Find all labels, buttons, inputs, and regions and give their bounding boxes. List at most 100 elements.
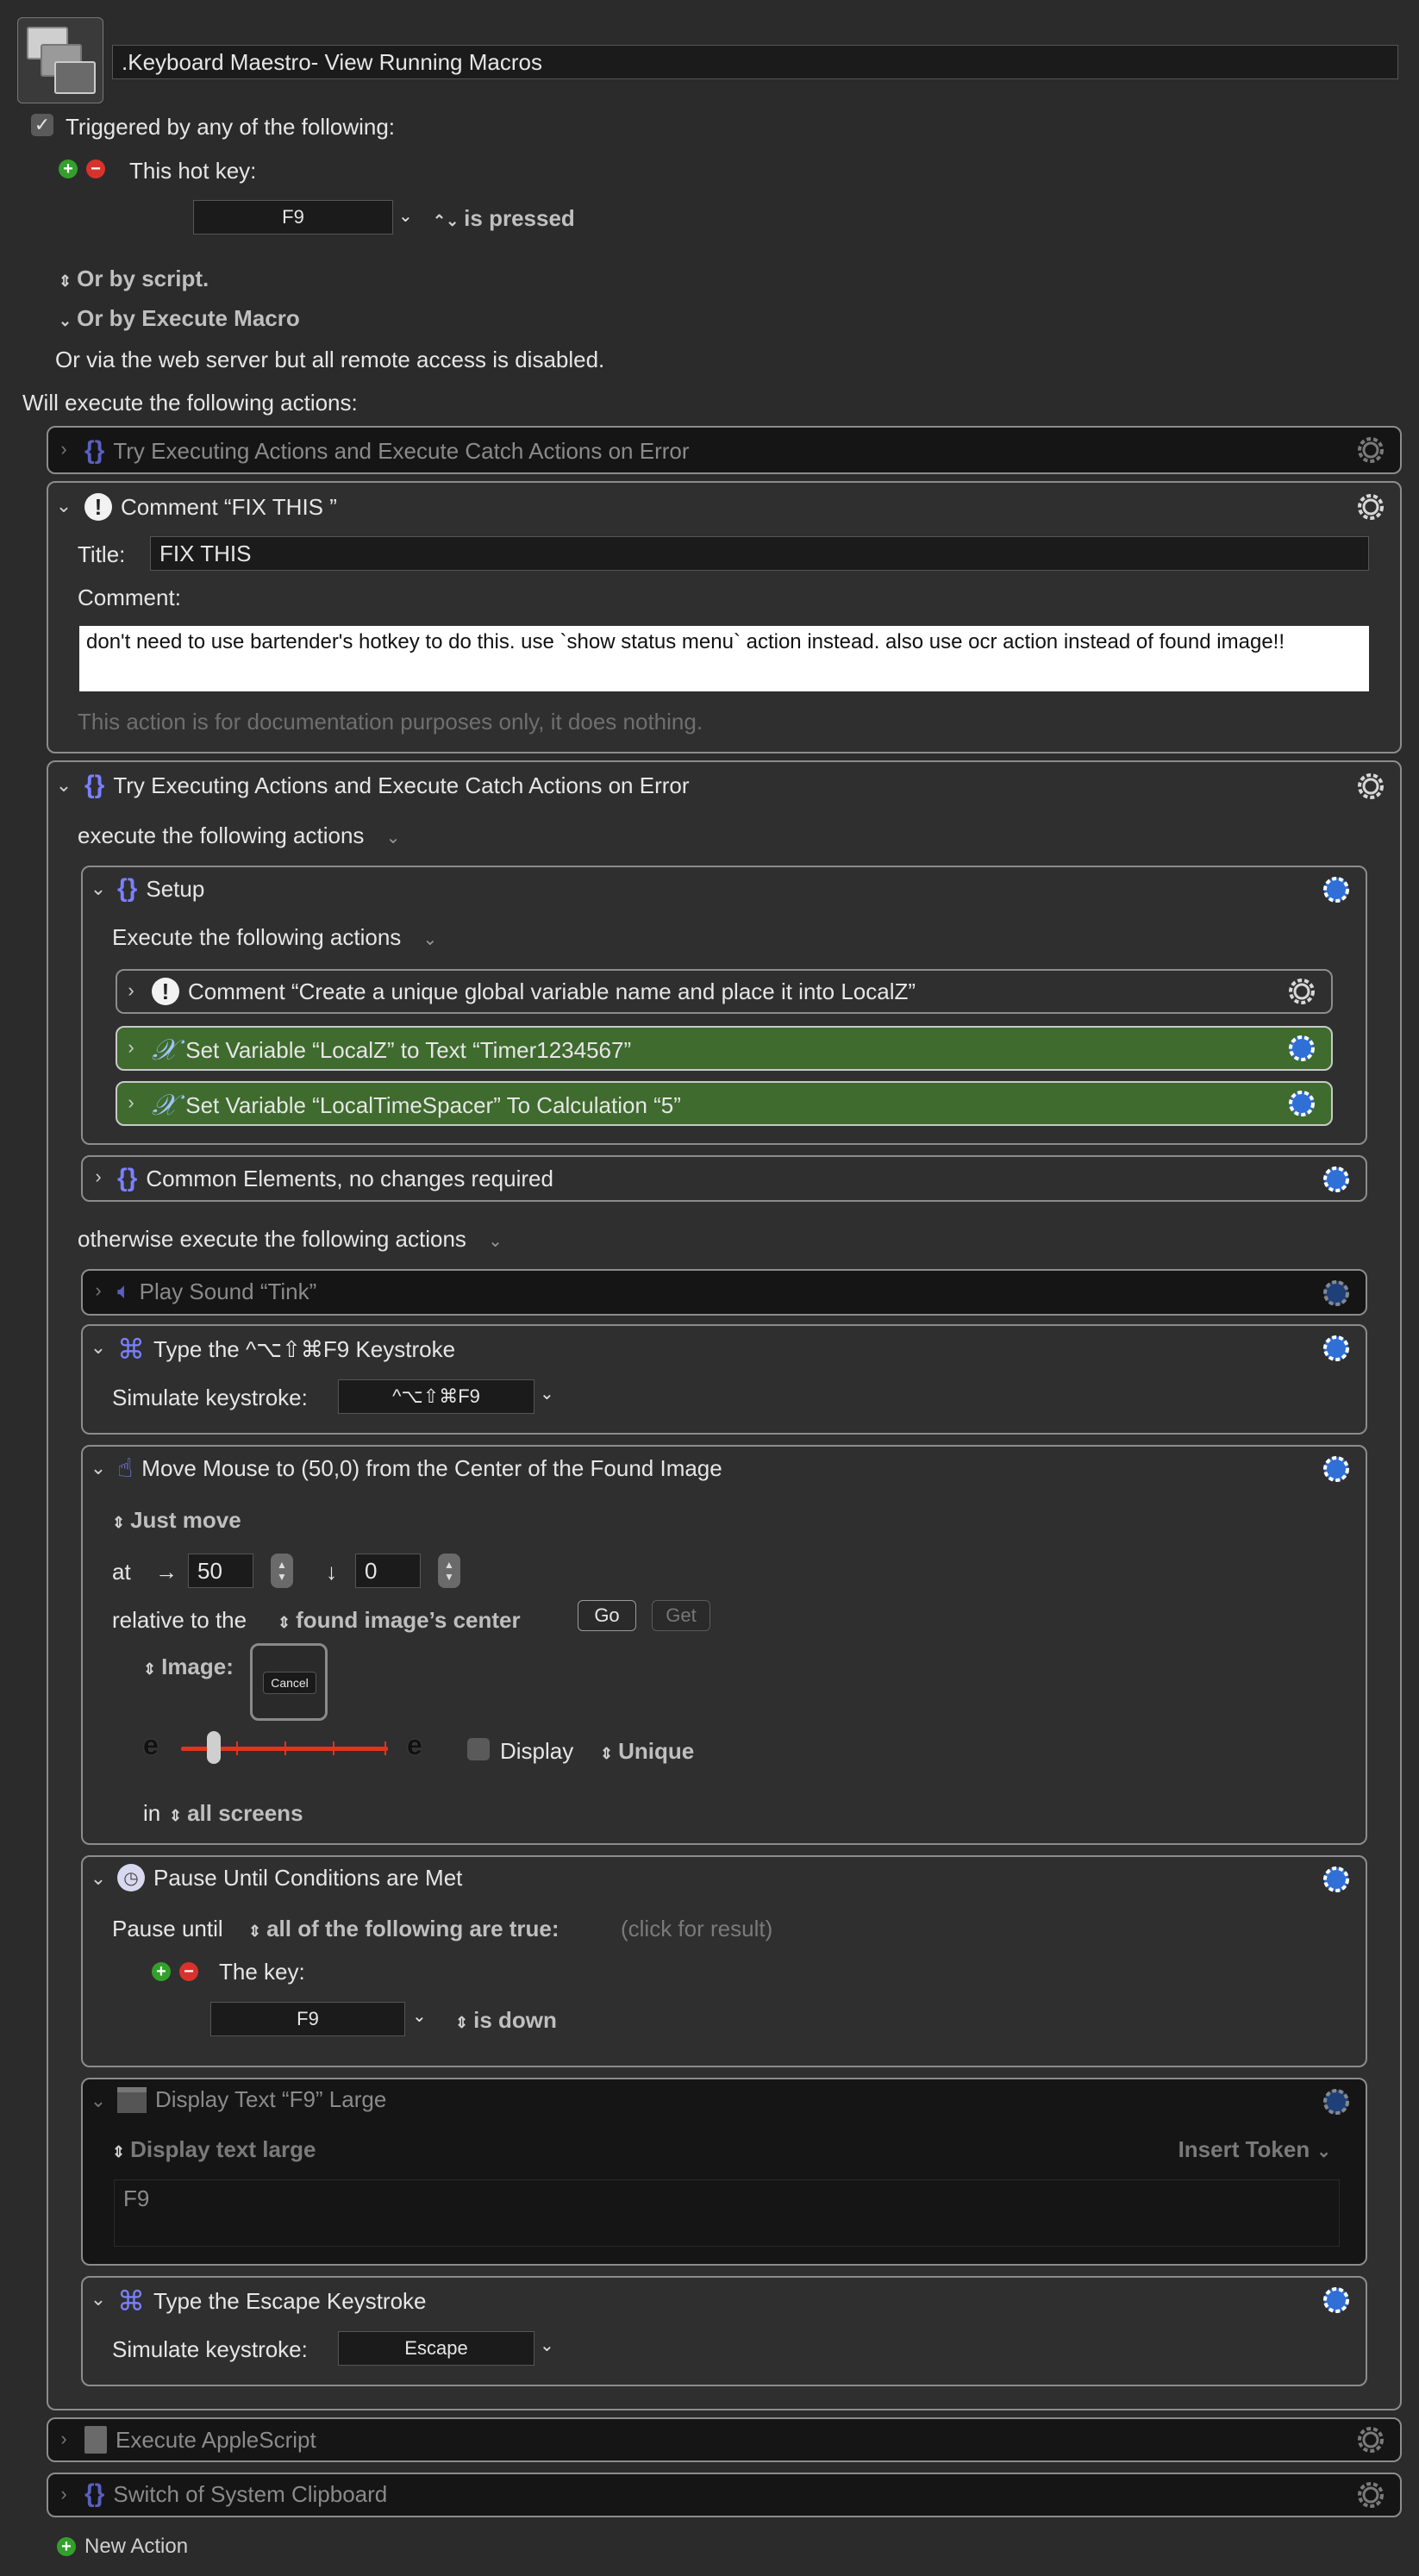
- action-switch-clipboard[interactable]: › {} Switch of System Clipboard: [47, 2473, 1402, 2517]
- action-comment-create-variable[interactable]: › ! Comment “Create a unique global vari…: [116, 969, 1333, 1014]
- conditions-popup[interactable]: ⇕ all of the following are true:: [248, 1916, 559, 1942]
- comment-title-field[interactable]: FIX THIS: [150, 536, 1369, 571]
- slider-thumb[interactable]: [207, 1731, 221, 1764]
- relative-popup[interactable]: ⇕ found image’s center: [278, 1607, 521, 1634]
- action-set-variable-localtimespacer[interactable]: › 𝒳 Set Variable “LocalTimeSpacer” To Ca…: [116, 1081, 1333, 1126]
- action-play-sound[interactable]: › 🔈︎ Play Sound “Tink”: [81, 1269, 1367, 1316]
- x-offset-stepper[interactable]: ▲ ▼: [271, 1554, 293, 1588]
- action-move-mouse[interactable]: ⌄ ☝︎ Move Mouse to (50,0) from the Cente…: [81, 1445, 1367, 1845]
- cancel-button[interactable]: Cancel: [263, 1672, 316, 1694]
- execute-following-label[interactable]: execute the following actions ⌄: [78, 822, 400, 849]
- otherwise-label[interactable]: otherwise execute the following actions …: [78, 1226, 503, 1253]
- triggered-checkbox[interactable]: ✓: [31, 114, 53, 136]
- gear-icon[interactable]: [1353, 433, 1388, 467]
- braces-icon: {}: [117, 1164, 138, 1192]
- action-set-variable-localz[interactable]: › 𝒳 Set Variable “LocalZ” to Text “Timer…: [116, 1026, 1333, 1071]
- gear-icon[interactable]: [1319, 2283, 1353, 2317]
- gear-icon[interactable]: [1353, 2478, 1388, 2512]
- display-mode-popup[interactable]: ⇕ Display text large: [112, 2136, 316, 2163]
- setup-execute-label[interactable]: Execute the following actions ⌄: [112, 924, 437, 951]
- or-by-script[interactable]: ⇕ Or by script.: [59, 266, 209, 292]
- updown-icon: ⇕: [112, 1514, 126, 1531]
- hotkey-field[interactable]: F9: [193, 200, 393, 234]
- chevron-right-icon[interactable]: ›: [90, 1279, 107, 1302]
- new-action-button[interactable]: + New Action: [57, 2535, 188, 2559]
- action-try-1[interactable]: › {} Try Executing Actions and Execute C…: [47, 426, 1402, 474]
- remove-icon[interactable]: −: [86, 159, 105, 178]
- just-move-popup[interactable]: ⇕ Just move: [112, 1507, 241, 1534]
- braces-icon: {}: [84, 2479, 105, 2508]
- action-common-elements[interactable]: › {} Common Elements, no changes require…: [81, 1155, 1367, 1202]
- gear-icon[interactable]: [1319, 1331, 1353, 1366]
- or-by-execute-macro[interactable]: ⌄ Or by Execute Macro: [59, 305, 300, 332]
- condition-key-field[interactable]: F9: [210, 2002, 405, 2036]
- chevron-down-icon[interactable]: ⌄: [90, 2090, 107, 2112]
- macro-icon[interactable]: [17, 17, 103, 103]
- updown-icon: ⇕: [278, 1614, 291, 1631]
- chevron-down-icon[interactable]: ⌄: [90, 1457, 107, 1479]
- action-execute-applescript[interactable]: › Execute AppleScript: [47, 2417, 1402, 2462]
- chevron-right-icon[interactable]: ›: [122, 979, 140, 1002]
- in-label: in: [143, 1800, 161, 1826]
- go-button[interactable]: Go: [578, 1600, 636, 1631]
- add-icon[interactable]: +: [59, 159, 78, 178]
- gear-icon[interactable]: [1319, 872, 1353, 907]
- keystroke-field[interactable]: Escape: [338, 2331, 534, 2366]
- action-type-escape[interactable]: ⌄ ⌘ Type the Escape Keystroke Simulate k…: [81, 2276, 1367, 2386]
- chevron-down-icon[interactable]: ⌄: [540, 2335, 554, 2356]
- display-checkbox[interactable]: [467, 1738, 490, 1760]
- chevron-right-icon[interactable]: ›: [55, 2428, 72, 2450]
- display-text-area[interactable]: F9: [114, 2179, 1340, 2247]
- action-display-text[interactable]: ⌄ Display Text “F9” Large ⇕ Display text …: [81, 2078, 1367, 2266]
- chevron-right-icon[interactable]: ›: [55, 2483, 72, 2505]
- action-pause-until[interactable]: ⌄ ◷ Pause Until Conditions are Met Pause…: [81, 1855, 1367, 2067]
- action-comment-fix-this[interactable]: ⌄ ! Comment “FIX THIS ” Title: FIX THIS …: [47, 481, 1402, 753]
- chevron-right-icon[interactable]: ›: [122, 1036, 140, 1059]
- unique-popup[interactable]: ⇕ Unique: [600, 1738, 694, 1765]
- keystroke-field[interactable]: ^⌥⇧⌘F9: [338, 1379, 534, 1414]
- image-well[interactable]: Cancel: [250, 1643, 328, 1721]
- chevron-down-icon[interactable]: ⌄: [55, 495, 72, 517]
- chevron-down-icon[interactable]: ⌄: [90, 1867, 107, 1890]
- gear-icon[interactable]: [1319, 1862, 1353, 1897]
- chevron-right-icon[interactable]: ›: [122, 1091, 140, 1114]
- pause-until-label: Pause until: [112, 1916, 223, 1941]
- gear-icon[interactable]: [1319, 1162, 1353, 1197]
- chevron-down-icon[interactable]: ⌄: [90, 878, 107, 900]
- chevron-down-icon[interactable]: ⌄: [398, 205, 413, 227]
- chevron-right-icon[interactable]: ›: [55, 438, 72, 460]
- action-title: Try Executing Actions and Execute Catch …: [113, 437, 690, 464]
- add-icon[interactable]: +: [152, 1962, 171, 1981]
- chevron-down-icon[interactable]: ⌄: [540, 1383, 554, 1404]
- hotkey-state-popup[interactable]: ⌃⌄ is pressed: [433, 205, 575, 232]
- x-offset-field[interactable]: 50: [188, 1554, 253, 1588]
- tolerance-slider[interactable]: [181, 1731, 388, 1764]
- gear-icon[interactable]: [1319, 2085, 1353, 2119]
- gear-icon[interactable]: [1285, 974, 1319, 1009]
- remove-icon[interactable]: −: [179, 1962, 198, 1981]
- screens-popup[interactable]: ⇕ all screens: [169, 1800, 303, 1827]
- chevron-down-icon[interactable]: ⌄: [55, 774, 72, 797]
- gear-icon[interactable]: [1285, 1031, 1319, 1066]
- gear-icon[interactable]: [1319, 1276, 1353, 1310]
- action-type-keystroke-1[interactable]: ⌄ ⌘ Type the ^⌥⇧⌘F9 Keystroke Simulate k…: [81, 1324, 1367, 1435]
- image-popup[interactable]: ⇕ Image:: [143, 1654, 234, 1680]
- comment-text-area[interactable]: don't need to use bartender's hotkey to …: [79, 626, 1369, 691]
- get-button[interactable]: Get: [652, 1600, 710, 1631]
- gear-icon[interactable]: [1353, 490, 1388, 524]
- chevron-down-icon[interactable]: ⌄: [90, 2288, 107, 2310]
- y-offset-field[interactable]: 0: [355, 1554, 421, 1588]
- action-title: Pause Until Conditions are Met: [153, 1864, 463, 1891]
- gear-icon[interactable]: [1319, 1452, 1353, 1486]
- y-offset-stepper[interactable]: ▲ ▼: [438, 1554, 460, 1588]
- insert-token-menu[interactable]: Insert Token ⌄: [1178, 2136, 1331, 2163]
- gear-icon[interactable]: [1353, 2423, 1388, 2457]
- chevron-right-icon[interactable]: ›: [90, 1166, 107, 1188]
- macro-name-field[interactable]: .Keyboard Maestro- View Running Macros: [112, 45, 1398, 79]
- chevron-down-icon[interactable]: ⌄: [412, 2005, 427, 2027]
- gear-icon[interactable]: [1285, 1086, 1319, 1121]
- chevron-down-icon[interactable]: ⌄: [90, 1336, 107, 1359]
- click-for-result[interactable]: (click for result): [621, 1916, 772, 1942]
- key-state-popup[interactable]: ⇕ is down: [455, 2007, 557, 2034]
- gear-icon[interactable]: [1353, 769, 1388, 803]
